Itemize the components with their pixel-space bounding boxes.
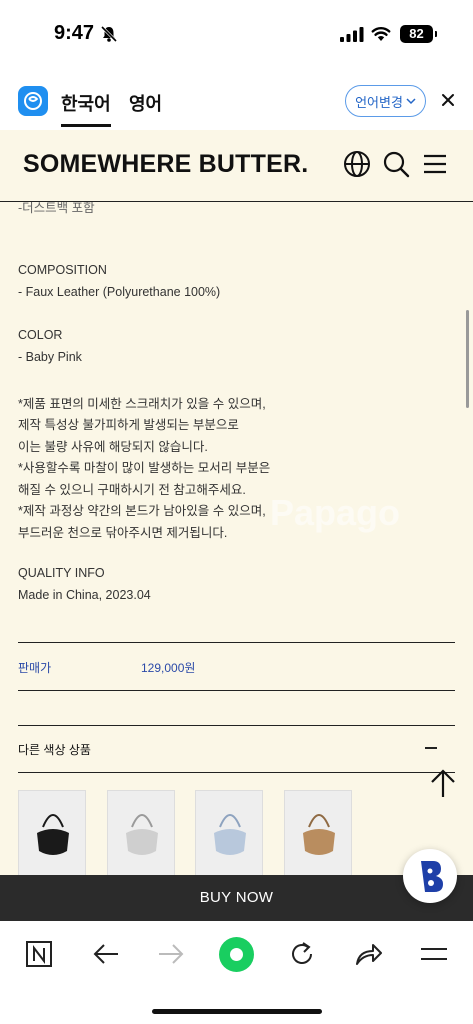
- status-time: 9:47: [54, 22, 95, 44]
- battery-indicator: 82: [400, 25, 437, 43]
- divider: [18, 690, 455, 691]
- price-value: 129,000원: [141, 661, 196, 675]
- menu-icon[interactable]: [419, 939, 449, 969]
- bag-icon: [214, 814, 246, 855]
- divider: [18, 642, 455, 643]
- language-change-label: 언어변경: [355, 94, 403, 110]
- product-thumb-silver[interactable]: [107, 790, 175, 875]
- tab-korean[interactable]: 한국어: [61, 90, 111, 127]
- site-header: SOMEWHERE BUTTER.: [0, 130, 473, 202]
- bag-icon: [126, 814, 158, 855]
- chevron-down-icon: [406, 98, 416, 105]
- green-dot-button[interactable]: [219, 937, 254, 972]
- status-bar: 9:47 82: [0, 0, 473, 70]
- cellular-signal-icon: [340, 27, 364, 42]
- translate-bar: 한국어 영어 언어변경: [0, 70, 473, 130]
- forward-arrow-icon[interactable]: [156, 939, 186, 969]
- close-icon[interactable]: [438, 90, 458, 110]
- price-label: 판매가: [18, 661, 52, 675]
- quality-title: QUALITY INFO: [18, 566, 105, 580]
- note-line: *사용할수록 마찰이 많이 발생하는 모서리 부분은: [18, 461, 271, 475]
- other-colors-title[interactable]: 다른 색상 상품: [18, 741, 91, 758]
- collapse-minus-icon[interactable]: [425, 747, 437, 749]
- wifi-icon: [371, 27, 391, 41]
- refresh-icon[interactable]: [287, 939, 317, 969]
- browser-toolbar: [0, 921, 473, 1024]
- site-logo[interactable]: SOMEWHERE BUTTER.: [23, 150, 308, 179]
- naver-home-icon[interactable]: [24, 939, 54, 969]
- product-thumb-black[interactable]: [18, 790, 86, 875]
- note-line: 해질 수 있으니 구매하시기 전 참고해주세요.: [18, 483, 246, 497]
- scroll-top-arrow-icon[interactable]: [428, 767, 458, 799]
- color-value: - Baby Pink: [18, 350, 82, 364]
- bag-icon: [37, 814, 69, 855]
- website-content: SOMEWHERE BUTTER. -더스트백 포함 COMPOSITION -…: [0, 130, 473, 875]
- product-thumb-tan[interactable]: [284, 790, 352, 875]
- hamburger-menu-icon[interactable]: [421, 150, 449, 178]
- back-arrow-icon[interactable]: [91, 939, 121, 969]
- note-line: 제작 특성상 불가피하게 발생되는 부분으로: [18, 418, 239, 432]
- note-line: *제품 표면의 미세한 스크래치가 있을 수 있으며,: [18, 397, 266, 411]
- share-icon[interactable]: [353, 939, 383, 969]
- home-indicator: [152, 1009, 322, 1014]
- b-logo-icon: [421, 861, 443, 892]
- papago-watermark: Papago: [270, 492, 401, 533]
- search-icon[interactable]: [382, 150, 410, 178]
- divider: [18, 725, 455, 726]
- quality-value: Made in China, 2023.04: [18, 588, 151, 602]
- globe-icon[interactable]: [343, 150, 371, 178]
- papago-logo-icon: [18, 86, 48, 116]
- composition-title: COMPOSITION: [18, 263, 107, 277]
- note-line: *제작 과정상 약간의 본드가 남아있을 수 있으며,: [18, 504, 266, 518]
- product-thumb-blue[interactable]: [195, 790, 263, 875]
- note-line: 부드러운 천으로 닦아주시면 제거됩니다.: [18, 526, 228, 540]
- language-change-button[interactable]: 언어변경: [345, 85, 426, 117]
- color-title: COLOR: [18, 328, 63, 342]
- tab-english[interactable]: 영어: [129, 90, 162, 124]
- scrollbar[interactable]: [466, 310, 469, 408]
- b-floating-button[interactable]: [403, 849, 457, 903]
- composition-value: - Faux Leather (Polyurethane 100%): [18, 285, 221, 299]
- note-line: 이는 불량 사유에 해당되지 않습니다.: [18, 440, 208, 454]
- bell-off-icon: [100, 25, 118, 43]
- bag-icon: [303, 814, 335, 855]
- divider: [18, 772, 455, 773]
